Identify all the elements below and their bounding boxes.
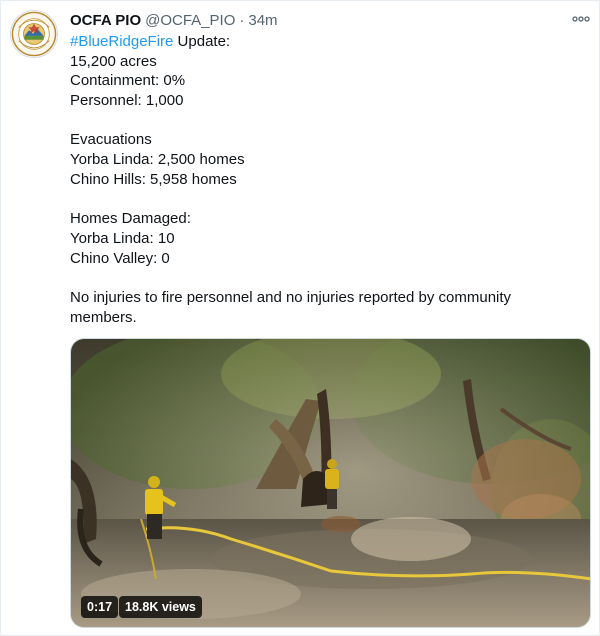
damaged-heading: Homes Damaged:	[70, 210, 191, 228]
personnel-line: Personnel: 1,000	[70, 92, 184, 110]
hashtag-link[interactable]: #BlueRidgeFire	[70, 33, 173, 50]
update-line: #BlueRidgeFire Update:	[70, 32, 585, 52]
avatar[interactable]	[10, 10, 58, 58]
injuries-paragraph: No injuries to fire personnel and no inj…	[70, 288, 512, 326]
tweet-header: OCFA PIO @OCFA_PIO · 34m	[70, 10, 278, 30]
tweet-text: #BlueRidgeFire Update: 15,200 acres Cont…	[70, 32, 585, 327]
author-handle[interactable]: @OCFA_PIO	[145, 12, 235, 29]
video-duration-badge: 0:17	[81, 596, 119, 618]
video-player[interactable]: 0:17 18.8K views	[70, 338, 591, 628]
ocfa-seal-logo-icon	[11, 11, 57, 57]
video-views-badge: 18.8K views	[119, 596, 202, 618]
timestamp[interactable]: 34m	[248, 12, 277, 29]
more-options-button[interactable]	[569, 9, 593, 29]
author-name[interactable]: OCFA PIO	[70, 12, 141, 29]
update-label: Update:	[173, 33, 231, 50]
damaged-chino-valley-line: Chino Valley: 0	[70, 249, 170, 267]
wildfire-video-frame	[71, 339, 590, 627]
acres-line: 15,200 acres	[70, 52, 157, 70]
evac-chino-hills-line: Chino Hills: 5,958 homes	[70, 170, 237, 188]
separator-dot: ·	[239, 11, 245, 29]
evacuations-heading: Evacuations	[70, 131, 152, 149]
tweet-card[interactable]: OCFA PIO @OCFA_PIO · 34m #BlueRidgeFire …	[0, 0, 600, 636]
damaged-yorba-linda-line: Yorba Linda: 10	[70, 229, 175, 247]
containment-line: Containment: 0%	[70, 72, 186, 90]
more-dots-icon	[572, 16, 590, 22]
evac-yorba-linda-line: Yorba Linda: 2,500 homes	[70, 151, 245, 169]
